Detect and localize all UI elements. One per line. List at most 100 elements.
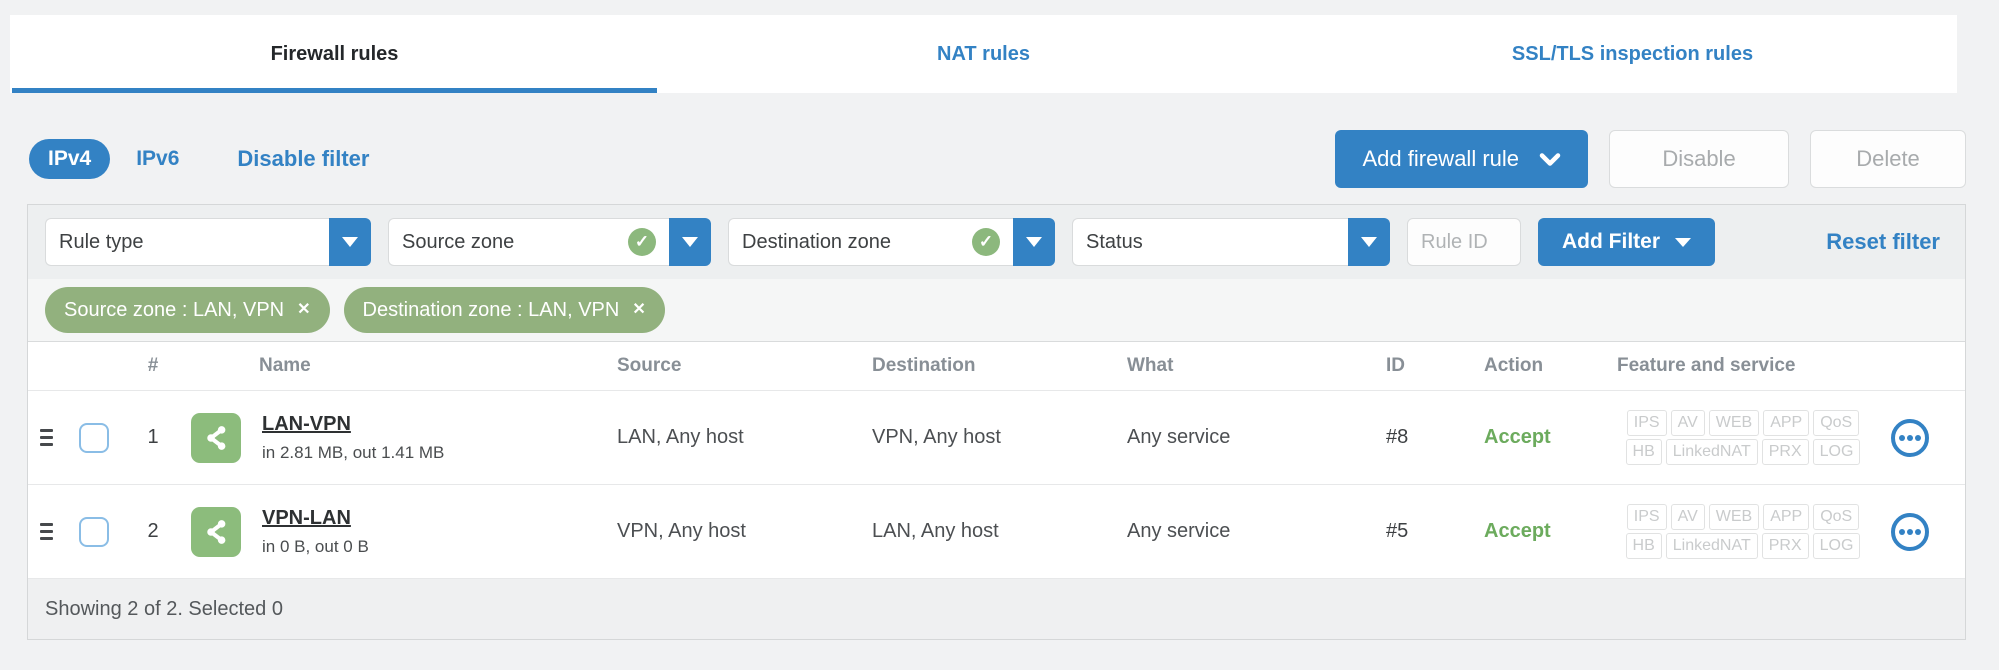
caret-down-icon (342, 237, 358, 247)
rule-id: #5 (1386, 520, 1409, 542)
filter-bar: Rule type Source zone ✓ Destination zone… (28, 205, 1965, 279)
row-number: 1 (147, 426, 159, 448)
header-destination: Destination (872, 355, 976, 376)
filter-chip-label: Source zone : LAN, VPN (64, 298, 285, 321)
feature-badge: APP (1763, 410, 1810, 436)
disable-filter-link[interactable]: Disable filter (237, 146, 369, 172)
filter-applied-check-icon: ✓ (972, 228, 1000, 256)
toolbar: IPv4 IPv6 Disable filter Add firewall ru… (29, 128, 1966, 190)
table-row: 2 VPN-LAN in 0 B, out 0 B VPN, Any host … (28, 485, 1965, 579)
reset-filter-link[interactable]: Reset filter (1826, 229, 1940, 255)
rule-type-dropdown-field[interactable]: Rule type (45, 218, 329, 266)
add-firewall-rule-button[interactable]: Add firewall rule (1335, 130, 1588, 188)
feature-badge: LOG (1812, 533, 1861, 559)
destination-zone-dropdown-label: Destination zone (742, 230, 891, 253)
caret-down-icon (1026, 237, 1042, 247)
feature-badges: IPS AV WEB APP QoS HB LinkedNAT PRX LOG (1617, 504, 1869, 559)
toolbar-actions: Add firewall rule Disable Delete (1335, 130, 1966, 188)
drag-handle-icon[interactable] (36, 519, 57, 544)
rule-id: #8 (1386, 426, 1409, 448)
row-checkbox[interactable] (79, 422, 109, 453)
rule-action: Accept (1484, 520, 1551, 542)
feature-badge: IPS (1626, 504, 1667, 530)
feature-badge: LinkedNAT (1665, 533, 1758, 559)
feature-badge: APP (1763, 504, 1810, 530)
header-number: # (147, 355, 159, 376)
rule-what: Any service (1127, 426, 1231, 448)
rule-name-link[interactable]: VPN-LAN (262, 507, 351, 530)
header-name: Name (259, 355, 311, 376)
ipv4-toggle[interactable]: IPv4 (29, 139, 111, 179)
rule-action: Accept (1484, 426, 1551, 448)
rule-source: LAN, Any host (617, 426, 744, 448)
row-menu-button[interactable] (1891, 418, 1929, 457)
remove-chip-icon[interactable]: ✕ (632, 302, 645, 318)
destination-zone-dropdown-button[interactable] (1013, 218, 1055, 266)
header-id: ID (1386, 355, 1405, 376)
tab-nat-rules[interactable]: NAT rules (659, 15, 1308, 93)
feature-badge: LOG (1812, 439, 1861, 465)
rule-source: VPN, Any host (617, 520, 746, 542)
rule-destination: VPN, Any host (872, 426, 1001, 448)
rule-type-dropdown-button[interactable] (329, 218, 371, 266)
ipv6-toggle[interactable]: IPv6 (136, 147, 179, 171)
chevron-down-icon (1539, 152, 1561, 166)
table-header: # Name Source Destination What ID Action… (28, 342, 1965, 391)
feature-badges: IPS AV WEB APP QoS HB LinkedNAT PRX LOG (1617, 410, 1869, 465)
rule-id-input[interactable] (1407, 218, 1521, 266)
traffic-rule-icon (191, 412, 241, 463)
source-zone-dropdown-label: Source zone (402, 230, 515, 253)
filter-chip-label: Destination zone : LAN, VPN (362, 298, 620, 321)
feature-badge: AV (1670, 504, 1705, 530)
add-filter-button[interactable]: Add Filter (1538, 218, 1715, 266)
filter-applied-check-icon: ✓ (628, 228, 656, 256)
status-dropdown-button[interactable] (1348, 218, 1390, 266)
tab-ssl-tls-inspection-rules[interactable]: SSL/TLS inspection rules (1308, 15, 1957, 93)
feature-badge: WEB (1708, 410, 1760, 436)
source-zone-dropdown-button[interactable] (669, 218, 711, 266)
row-number: 2 (147, 520, 159, 542)
feature-badge: HB (1625, 533, 1662, 559)
destination-zone-dropdown[interactable]: Destination zone ✓ (728, 218, 1055, 266)
filter-chip-destination-zone: Destination zone : LAN, VPN ✕ (343, 287, 665, 333)
rules-panel: Rule type Source zone ✓ Destination zone… (27, 204, 1966, 640)
rule-traffic-stats: in 0 B, out 0 B (262, 536, 369, 556)
rule-destination: LAN, Any host (872, 520, 999, 542)
filter-chip-source-zone: Source zone : LAN, VPN ✕ (45, 287, 330, 333)
rule-name-link[interactable]: LAN-VPN (262, 413, 351, 436)
caret-down-icon (682, 237, 698, 247)
feature-badge: PRX (1761, 533, 1809, 559)
rule-traffic-stats: in 2.81 MB, out 1.41 MB (262, 442, 445, 462)
header-source: Source (617, 355, 682, 376)
source-zone-dropdown-field[interactable]: Source zone ✓ (388, 218, 669, 266)
feature-badge: LinkedNAT (1665, 439, 1758, 465)
feature-badge: QoS (1813, 504, 1860, 530)
caret-down-icon (1361, 237, 1377, 247)
disable-button[interactable]: Disable (1609, 130, 1789, 188)
rule-type-dropdown[interactable]: Rule type (45, 218, 371, 266)
drag-handle-icon[interactable] (36, 425, 57, 450)
tab-firewall-rules[interactable]: Firewall rules (10, 15, 659, 93)
status-dropdown[interactable]: Status (1072, 218, 1390, 266)
firewall-rules-page: Firewall rules NAT rules SSL/TLS inspect… (0, 0, 1999, 670)
feature-badge: HB (1625, 439, 1662, 465)
row-checkbox[interactable] (79, 516, 109, 547)
feature-badge: AV (1670, 410, 1705, 436)
remove-chip-icon[interactable]: ✕ (297, 302, 310, 318)
row-menu-button[interactable] (1891, 512, 1929, 551)
active-filter-chips: Source zone : LAN, VPN ✕ Destination zon… (28, 279, 1965, 342)
status-dropdown-field[interactable]: Status (1072, 218, 1348, 266)
destination-zone-dropdown-field[interactable]: Destination zone ✓ (728, 218, 1013, 266)
add-filter-label: Add Filter (1562, 230, 1660, 253)
showing-status-text: Showing 2 of 2. Selected 0 (45, 597, 283, 620)
header-feature-and-service: Feature and service (1617, 355, 1796, 376)
rule-what: Any service (1127, 520, 1231, 542)
table-footer: Showing 2 of 2. Selected 0 (28, 579, 1965, 639)
rules-tabbar: Firewall rules NAT rules SSL/TLS inspect… (10, 15, 1957, 93)
header-action: Action (1484, 355, 1544, 376)
feature-badge: PRX (1761, 439, 1809, 465)
feature-badge: QoS (1813, 410, 1860, 436)
delete-button[interactable]: Delete (1810, 130, 1966, 188)
source-zone-dropdown[interactable]: Source zone ✓ (388, 218, 711, 266)
feature-badge: IPS (1626, 410, 1667, 436)
